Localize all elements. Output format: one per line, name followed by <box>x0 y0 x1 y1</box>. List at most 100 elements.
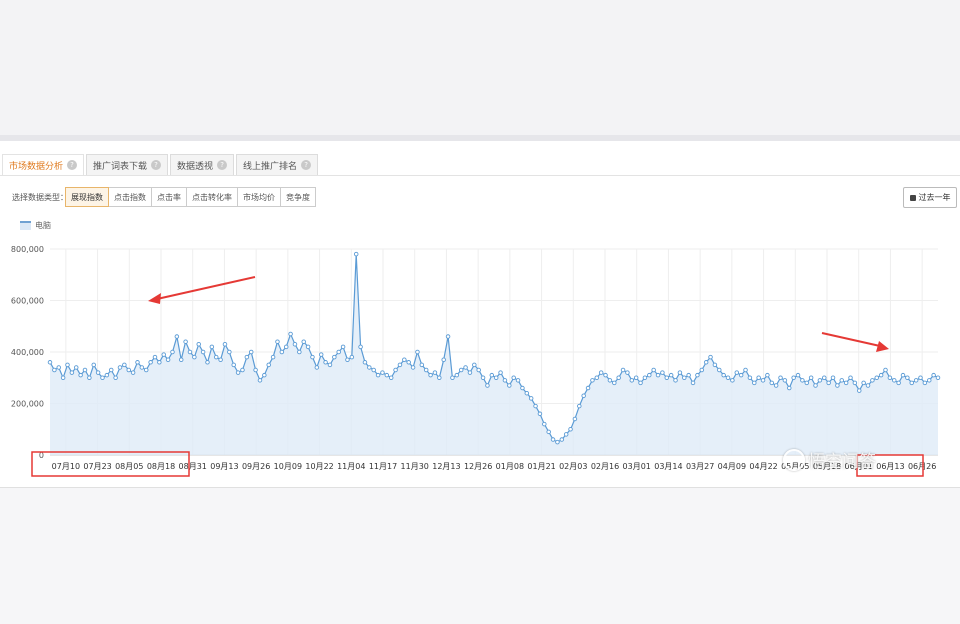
data-point[interactable] <box>878 372 884 378</box>
data-point[interactable] <box>218 357 223 362</box>
data-point[interactable] <box>178 357 184 362</box>
data-point[interactable] <box>598 370 604 375</box>
data-point[interactable] <box>292 342 298 347</box>
data-point[interactable] <box>931 372 936 378</box>
data-point[interactable] <box>480 375 486 381</box>
data-point[interactable] <box>896 380 901 386</box>
data-point[interactable] <box>563 432 569 437</box>
data-point[interactable] <box>192 354 197 360</box>
data-point[interactable] <box>760 378 766 383</box>
data-point[interactable] <box>712 362 718 368</box>
data-point[interactable] <box>358 344 363 350</box>
data-point[interactable] <box>935 375 941 381</box>
data-point[interactable] <box>397 362 403 368</box>
data-point[interactable] <box>524 390 530 396</box>
data-point[interactable] <box>498 370 503 375</box>
data-point[interactable] <box>660 370 665 375</box>
data-point[interactable] <box>528 396 534 401</box>
data-point[interactable] <box>782 378 788 383</box>
data-point[interactable] <box>616 375 621 381</box>
data-point[interactable] <box>537 411 543 417</box>
data-point[interactable] <box>332 354 337 360</box>
data-point[interactable] <box>813 383 818 388</box>
data-point[interactable] <box>423 367 429 373</box>
data-point[interactable] <box>756 375 761 381</box>
data-point[interactable] <box>629 378 635 383</box>
data-point[interactable] <box>108 367 114 373</box>
data-point[interactable] <box>485 383 490 388</box>
data-point[interactable] <box>445 334 451 339</box>
data-point[interactable] <box>244 354 250 360</box>
data-point[interactable] <box>507 383 512 388</box>
data-point[interactable] <box>738 372 744 378</box>
data-point[interactable] <box>100 375 105 381</box>
data-point[interactable] <box>157 360 162 365</box>
data-point[interactable] <box>826 380 831 386</box>
data-point[interactable] <box>808 375 814 381</box>
data-point[interactable] <box>187 349 193 355</box>
data-point[interactable] <box>87 375 92 381</box>
data-point[interactable] <box>520 385 525 391</box>
data-point[interactable] <box>275 339 280 344</box>
data-point[interactable] <box>725 375 731 381</box>
data-point[interactable] <box>747 375 753 381</box>
data-point[interactable] <box>515 378 521 383</box>
data-point[interactable] <box>257 378 263 383</box>
data-point[interactable] <box>913 378 919 383</box>
data-point[interactable] <box>568 427 573 432</box>
data-point[interactable] <box>388 375 394 381</box>
data-point[interactable] <box>406 360 411 365</box>
data-point[interactable] <box>327 362 333 368</box>
data-point[interactable] <box>248 349 254 355</box>
data-point[interactable] <box>791 375 796 381</box>
data-point[interactable] <box>787 385 792 391</box>
data-point[interactable] <box>152 354 158 360</box>
data-point[interactable] <box>594 375 600 381</box>
data-point[interactable] <box>135 360 140 365</box>
data-point[interactable] <box>922 380 928 386</box>
data-point[interactable] <box>253 367 258 373</box>
data-point[interactable] <box>730 378 735 383</box>
data-point[interactable] <box>270 354 276 360</box>
data-point[interactable] <box>283 344 289 350</box>
data-point[interactable] <box>550 437 556 442</box>
data-point[interactable] <box>795 372 801 378</box>
data-point[interactable] <box>437 375 442 381</box>
data-point[interactable] <box>734 370 740 375</box>
data-point[interactable] <box>95 370 101 375</box>
data-point[interactable] <box>60 375 66 381</box>
data-point[interactable] <box>870 378 875 383</box>
data-point[interactable] <box>367 365 372 370</box>
data-point[interactable] <box>305 344 311 350</box>
data-point[interactable] <box>450 375 455 381</box>
data-point[interactable] <box>148 360 153 365</box>
data-point[interactable] <box>375 372 381 378</box>
data-point[interactable] <box>56 365 61 370</box>
data-point[interactable] <box>161 352 166 357</box>
data-point[interactable] <box>196 342 201 347</box>
data-point[interactable] <box>82 367 88 373</box>
data-point[interactable] <box>861 380 866 386</box>
data-point[interactable] <box>765 372 770 378</box>
data-point[interactable] <box>559 437 565 442</box>
data-point[interactable] <box>183 339 188 344</box>
data-point[interactable] <box>130 370 136 375</box>
data-point[interactable] <box>231 362 236 368</box>
data-point[interactable] <box>642 375 648 381</box>
data-point[interactable] <box>113 375 118 381</box>
data-point[interactable] <box>340 344 346 350</box>
data-point[interactable] <box>590 378 595 383</box>
data-point[interactable] <box>353 251 359 257</box>
data-point[interactable] <box>371 367 376 373</box>
data-point[interactable] <box>647 372 652 378</box>
data-point[interactable] <box>279 349 285 355</box>
data-point[interactable] <box>703 360 709 365</box>
data-point[interactable] <box>472 362 477 368</box>
data-point[interactable] <box>857 388 862 393</box>
data-point[interactable] <box>843 380 849 386</box>
data-point[interactable] <box>104 372 110 378</box>
data-point[interactable] <box>717 367 722 373</box>
data-point[interactable] <box>314 365 320 370</box>
data-point[interactable] <box>266 362 271 368</box>
data-point[interactable] <box>585 385 591 391</box>
